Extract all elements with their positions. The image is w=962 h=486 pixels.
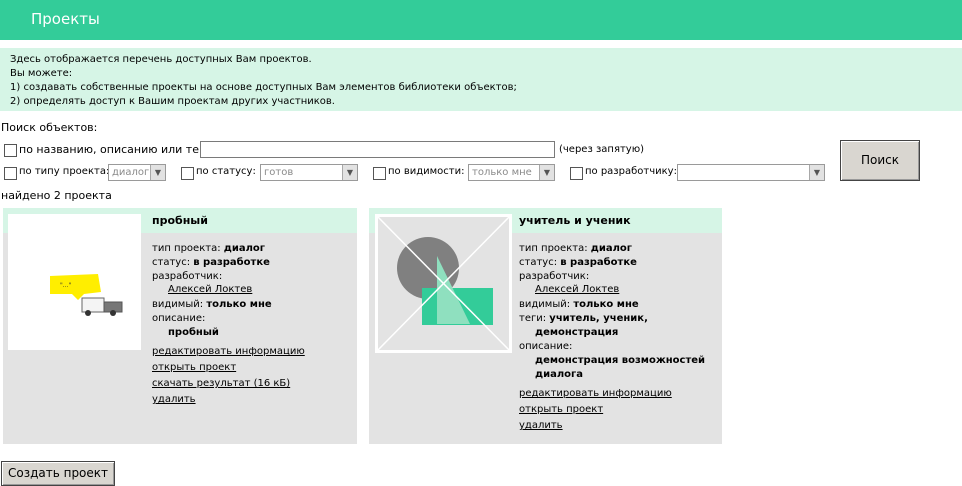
status-select-value: готов	[264, 167, 294, 178]
van-body	[81, 297, 105, 313]
intro-line: 2) определять доступ к Вашим проектам др…	[10, 96, 335, 107]
project-description: демонстрация возможностей	[535, 355, 706, 366]
chevron-down-icon: ▼	[342, 165, 357, 180]
developer-link[interactable]: Алексей Локтев	[168, 284, 252, 295]
project-status-field: статус: в разработке	[152, 257, 270, 268]
search-button[interactable]: Поиск	[840, 140, 920, 181]
project-type-field: тип проекта: диалог	[152, 243, 265, 254]
create-project-button[interactable]: Создать проект	[1, 461, 115, 486]
delete-project-link[interactable]: удалить	[152, 394, 196, 405]
filter-text-label: по названию, описанию или тегам:	[19, 143, 224, 156]
intro-line: Вы можете:	[10, 68, 73, 79]
chevron-down-icon: ▼	[809, 165, 824, 180]
visibility-select-value: только мне	[472, 167, 532, 178]
filter-text-checkbox[interactable]	[4, 144, 17, 157]
chevron-down-icon: ▼	[539, 165, 554, 180]
project-description-label: описание:	[152, 313, 206, 324]
project-developer-label: разработчик:	[152, 271, 223, 282]
filter-visibility-checkbox[interactable]	[373, 167, 386, 180]
project-thumbnail[interactable]	[375, 214, 512, 353]
edit-info-link[interactable]: редактировать информацию	[519, 388, 672, 399]
project-type-field: тип проекта: диалог	[519, 243, 632, 254]
project-title: учитель и ученик	[519, 214, 631, 227]
chevron-down-icon: ▼	[150, 165, 165, 180]
speech-bubble-shape	[50, 274, 101, 300]
project-description-continued: диалога	[535, 369, 583, 380]
speech-bubble-text: "..."	[60, 282, 71, 289]
search-heading: Поиск объектов:	[1, 121, 98, 134]
download-result-link[interactable]: скачать результат (16 кБ)	[152, 378, 290, 389]
developer-link[interactable]: Алексей Локтев	[535, 284, 619, 295]
open-project-link[interactable]: открыть проект	[519, 404, 603, 415]
type-select[interactable]: диалог ▼	[108, 164, 166, 181]
visibility-select[interactable]: только мне ▼	[468, 164, 555, 181]
filter-type-checkbox[interactable]	[4, 167, 17, 180]
project-visibility-field: видимый: только мне	[152, 299, 272, 310]
project-tags-continued: демонстрация	[535, 327, 619, 338]
page-header: Проекты	[0, 0, 962, 40]
filter-status-label: по статусу:	[196, 166, 256, 177]
dialog-preview-image: "..."	[50, 274, 123, 316]
intro-line: Здесь отображается перечень доступных Ва…	[10, 54, 312, 65]
results-count: найдено 2 проекта	[1, 189, 112, 202]
placeholder-image-icon	[376, 215, 511, 352]
project-tags-field: теги: учитель, ученик,	[519, 313, 648, 324]
intro-line: 1) создавать собственные проекты на осно…	[10, 82, 517, 93]
search-hint: (через запятую)	[559, 144, 645, 155]
project-thumbnail[interactable]: "..."	[8, 214, 141, 350]
project-title: пробный	[152, 214, 208, 227]
delete-project-link[interactable]: удалить	[519, 420, 563, 431]
project-status-field: статус: в разработке	[519, 257, 637, 268]
search-input[interactable]	[200, 141, 555, 158]
filter-developer-label: по разработчику:	[585, 166, 677, 177]
status-select[interactable]: готов ▼	[260, 164, 358, 181]
edit-info-link[interactable]: редактировать информацию	[152, 346, 305, 357]
project-description-label: описание:	[519, 341, 573, 352]
open-project-link[interactable]: открыть проект	[152, 362, 236, 373]
project-developer-label: разработчик:	[519, 271, 590, 282]
filter-status-checkbox[interactable]	[181, 167, 194, 180]
filter-visibility-label: по видимости:	[388, 166, 465, 177]
developer-select[interactable]: ▼	[677, 164, 825, 181]
van-wheel	[110, 310, 116, 316]
van-wheel	[85, 310, 91, 316]
filter-type-label: по типу проекта:	[19, 166, 110, 177]
intro-panel: Здесь отображается перечень доступных Ва…	[0, 48, 962, 111]
project-visibility-field: видимый: только мне	[519, 299, 639, 310]
project-description: пробный	[168, 327, 219, 338]
page-title: Проекты	[31, 10, 100, 28]
type-select-value: диалог	[112, 167, 150, 178]
filter-developer-checkbox[interactable]	[570, 167, 583, 180]
